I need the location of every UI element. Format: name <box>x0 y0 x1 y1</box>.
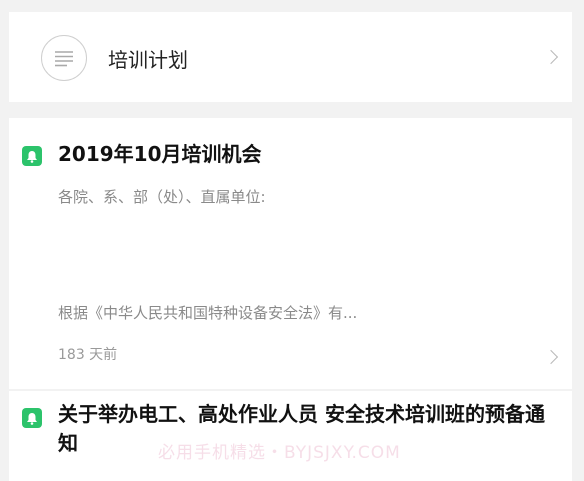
list-icon <box>41 35 87 81</box>
bell-icon <box>22 146 42 166</box>
notice-card[interactable]: 2019年10月培训机会 各院、系、部（处）、直属单位: 根据《中华人民共和国特… <box>9 118 572 389</box>
notice-excerpt: 根据《中华人民共和国特种设备安全法》有... <box>58 304 358 322</box>
training-plan-title: 培训计划 <box>108 48 188 72</box>
notice-card[interactable]: 关于举办电工、高处作业人员 安全技术培训班的预备通知 <box>9 391 572 481</box>
chevron-right-icon <box>543 49 559 65</box>
bell-icon <box>22 408 42 428</box>
notice-title: 关于举办电工、高处作业人员 安全技术培训班的预备通知 <box>58 402 545 455</box>
training-plan-entry[interactable]: 培训计划 <box>9 12 572 102</box>
notice-greeting: 各院、系、部（处）、直属单位: <box>58 188 266 206</box>
notice-time: 183 天前 <box>58 347 118 363</box>
chevron-right-icon <box>543 349 559 365</box>
notice-title: 2019年10月培训机会 <box>58 142 262 166</box>
